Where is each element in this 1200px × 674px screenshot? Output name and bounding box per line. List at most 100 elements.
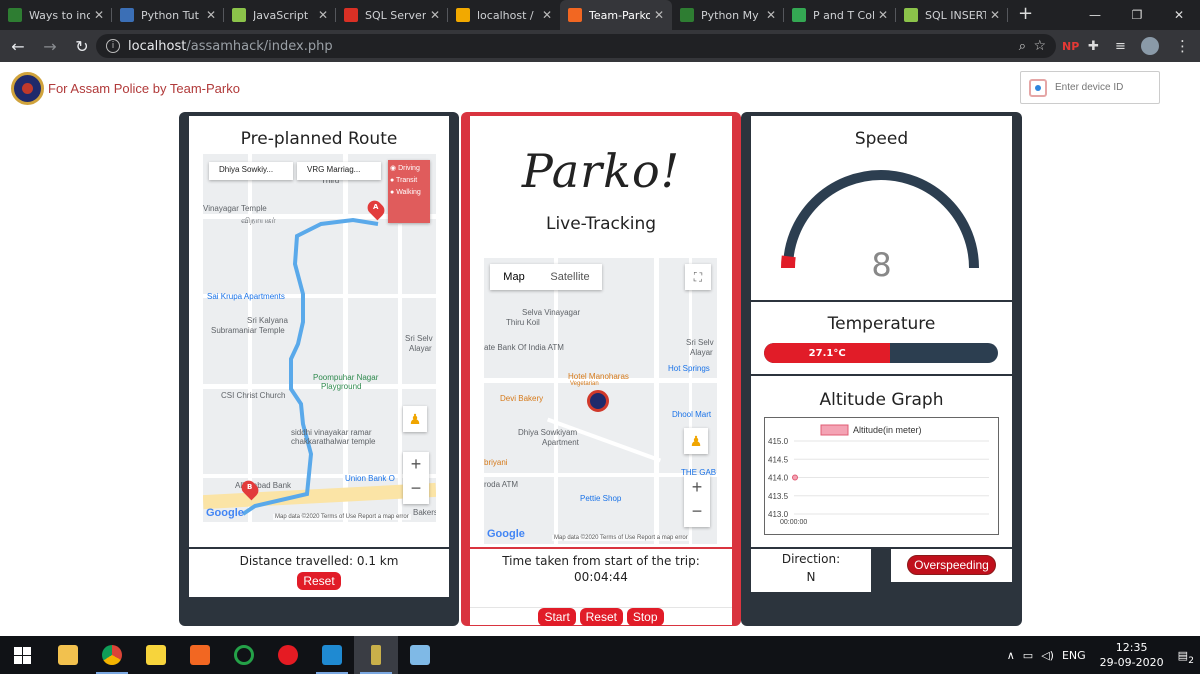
mode-driving[interactable]: ◉ Driving [390, 164, 428, 172]
browser-tab[interactable]: Team-Parko ✕ [560, 0, 672, 30]
route-destination-box[interactable]: VRG Marriag... [297, 162, 381, 180]
tab-close-icon[interactable]: ✕ [990, 8, 1000, 22]
browser-tab[interactable]: JavaScript ✕ [224, 0, 336, 30]
map-place: Vinayagar Temple [203, 204, 267, 213]
trip-reset-button[interactable]: Reset [579, 608, 623, 626]
green-app-icon[interactable] [222, 636, 266, 674]
tab-close-icon[interactable]: ✕ [878, 8, 888, 22]
windows-taskbar: ∧ ▭ ◁) ENG 12:35 29-09-2020 ▤ 2 [0, 636, 1200, 674]
tab-close-icon[interactable]: ✕ [94, 8, 104, 22]
address-bar[interactable]: i localhost/assamhack/index.php ⌕ ☆ [96, 34, 1056, 58]
fullscreen-icon[interactable]: ⛶ [685, 264, 711, 290]
tab-close-icon[interactable]: ✕ [654, 8, 664, 22]
tab-close-icon[interactable]: ✕ [542, 8, 552, 22]
map-place: Dhiya Sowkiyam [518, 428, 578, 437]
temperature-card: Temperature 27.1°C [751, 302, 1012, 374]
map-place: briyani [484, 458, 508, 467]
windows-start-icon[interactable] [0, 636, 44, 674]
browser-tab[interactable]: Ways to inc ✕ [0, 0, 112, 30]
media-player-icon[interactable] [266, 636, 310, 674]
vscode-icon[interactable] [310, 636, 354, 674]
browser-tab[interactable]: SQL Server ✕ [336, 0, 448, 30]
network-icon[interactable]: ▭ [1023, 649, 1033, 662]
route-origin-box[interactable]: Dhiya Sowkiy... [209, 162, 293, 180]
new-tab-button[interactable]: + [1008, 0, 1043, 30]
tab-favicon-icon [120, 8, 134, 22]
start-button[interactable]: Start [538, 608, 576, 626]
language-indicator[interactable]: ENG [1062, 649, 1086, 662]
notification-icon[interactable]: ▤ 2 [1178, 649, 1194, 666]
tab-favicon-icon [456, 8, 470, 22]
system-tray: ∧ ▭ ◁) ENG 12:35 29-09-2020 ▤ 2 [1007, 636, 1200, 674]
back-icon[interactable]: ← [4, 32, 32, 60]
pegman-icon[interactable]: ♟ [684, 428, 708, 454]
tab-close-icon[interactable]: ✕ [766, 8, 776, 22]
file-explorer-icon[interactable] [46, 636, 90, 674]
maximize-icon[interactable]: ❐ [1116, 0, 1158, 30]
forward-icon[interactable]: → [36, 32, 64, 60]
extension-np-icon[interactable]: NP [1062, 30, 1079, 62]
media-control-icon[interactable]: ≡ [1115, 30, 1126, 62]
zoom-out-button[interactable]: − [403, 476, 429, 500]
browser-tab[interactable]: Python Tut ✕ [112, 0, 224, 30]
git-app-icon[interactable] [354, 636, 398, 674]
browser-tab[interactable]: P and T Col ✕ [784, 0, 896, 30]
live-map[interactable]: Selva Vinayagar Thiru Koil ate Bank Of I… [484, 258, 717, 544]
map-type-satellite[interactable]: Satellite [538, 264, 602, 290]
map-place: Sri Selv [405, 334, 433, 343]
direction-card: Direction: N [751, 549, 871, 592]
map-place: roda ATM [484, 480, 519, 489]
chrome-icon[interactable] [90, 636, 134, 674]
tab-close-icon[interactable]: ✕ [318, 8, 328, 22]
bookmark-star-icon[interactable]: ☆ [1033, 38, 1046, 54]
tab-favicon-icon [344, 8, 358, 22]
map-place: ate Bank Of India ATM [484, 343, 564, 352]
brand-text[interactable]: For Assam Police by Team-Parko [48, 81, 240, 96]
tab-close-icon[interactable]: ✕ [430, 8, 440, 22]
distance-text: Distance travelled: 0.1 km [239, 554, 399, 568]
altitude-x-tick-label: 00:00:00 [780, 519, 807, 526]
distance-reset-button[interactable]: Reset [297, 572, 341, 590]
search-icon[interactable]: ⌕ [1019, 39, 1026, 54]
close-window-icon[interactable]: ✕ [1158, 0, 1200, 30]
info-icon[interactable]: i [106, 39, 120, 53]
sticky-notes-icon[interactable] [134, 636, 178, 674]
tab-title: Team-Parko [589, 8, 650, 22]
map-type-map[interactable]: Map [490, 264, 538, 290]
notepad-icon[interactable] [398, 636, 442, 674]
map-place: Apartment [542, 438, 579, 447]
device-id-field[interactable] [1020, 71, 1160, 104]
browser-tab[interactable]: localhost / ✕ [448, 0, 560, 30]
volume-icon[interactable]: ◁) [1041, 649, 1054, 662]
xampp-icon[interactable] [178, 636, 222, 674]
map-place: Selva Vinayagar [522, 308, 581, 317]
zoom-in-button[interactable]: + [684, 475, 710, 499]
mode-walking[interactable]: ● Walking [390, 189, 428, 196]
map-place: விநாயகர் [241, 216, 276, 225]
altitude-y-tick-label: 413.0 [768, 510, 789, 519]
profile-avatar[interactable] [1141, 30, 1159, 62]
browser-menu-icon[interactable]: ⋮ [1175, 30, 1190, 62]
stop-button[interactable]: Stop [626, 608, 664, 626]
tray-chevron-icon[interactable]: ∧ [1007, 649, 1015, 662]
browser-tab[interactable]: SQL INSERT ✕ [896, 0, 1008, 30]
zoom-in-button[interactable]: + [403, 452, 429, 476]
temperature-value: 27.1°C [808, 347, 846, 359]
clock[interactable]: 12:35 29-09-2020 [1100, 640, 1164, 670]
vehicle-marker[interactable] [587, 390, 609, 412]
device-id-input[interactable] [1055, 82, 1155, 93]
pegman-icon[interactable]: ♟ [403, 406, 427, 432]
zoom-out-button[interactable]: − [684, 499, 710, 523]
minimize-icon[interactable]: — [1074, 0, 1116, 30]
extensions-puzzle-icon[interactable]: ✚ [1088, 30, 1099, 62]
route-map[interactable]: Vinayagar Temple விநாயகர் Sai Krupa Apar… [203, 154, 436, 522]
map-place: CSI Christ Church [221, 391, 286, 400]
live-title: Live-Tracking [545, 214, 657, 234]
tab-close-icon[interactable]: ✕ [206, 8, 216, 22]
marker-a-label: A [373, 203, 379, 211]
reload-icon[interactable]: ↻ [68, 32, 96, 60]
temperature-bar: 27.1°C [764, 343, 998, 363]
browser-tab[interactable]: Python My ✕ [672, 0, 784, 30]
mode-transit[interactable]: ● Transit [390, 177, 428, 184]
map-place: Pettie Shop [580, 494, 622, 503]
